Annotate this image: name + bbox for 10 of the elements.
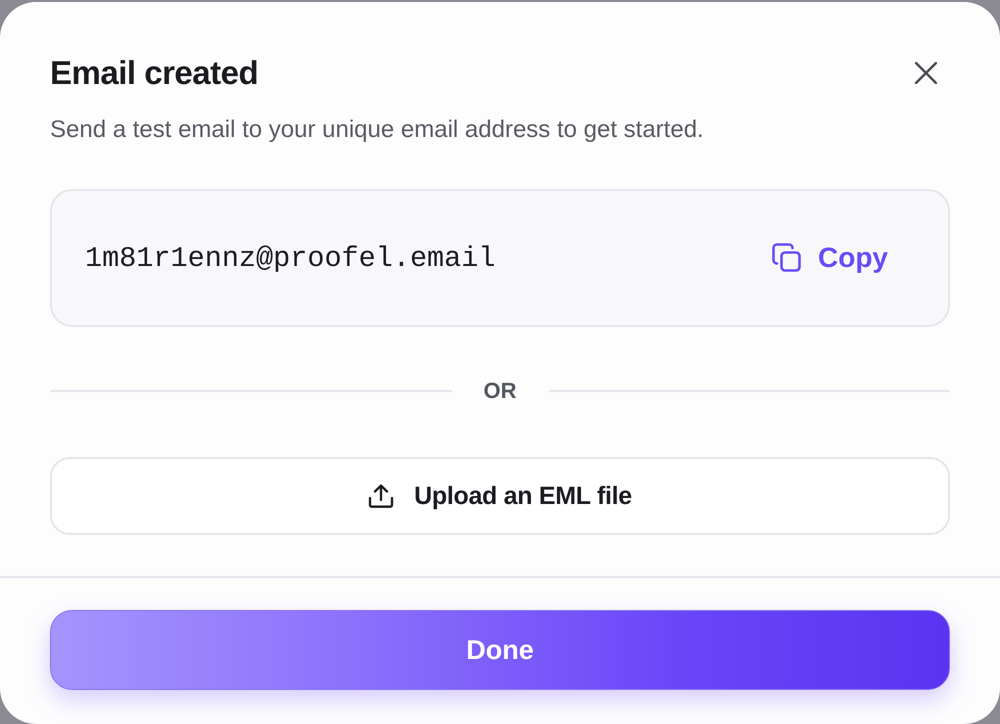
dialog-subtitle: Send a test email to your unique email address to get started. (50, 115, 705, 145)
email-address: 1m81r1ennz@proofel.email (85, 242, 496, 274)
close-icon[interactable] (915, 62, 937, 84)
copy-icon (772, 243, 802, 273)
done-button[interactable]: Done (50, 610, 950, 690)
dialog-title: Email created (50, 53, 258, 93)
upload-button[interactable]: Upload an EML file (50, 457, 950, 535)
divider-label: OR (484, 379, 516, 403)
copy-button[interactable]: Copy (772, 242, 888, 274)
upload-icon (368, 484, 394, 508)
